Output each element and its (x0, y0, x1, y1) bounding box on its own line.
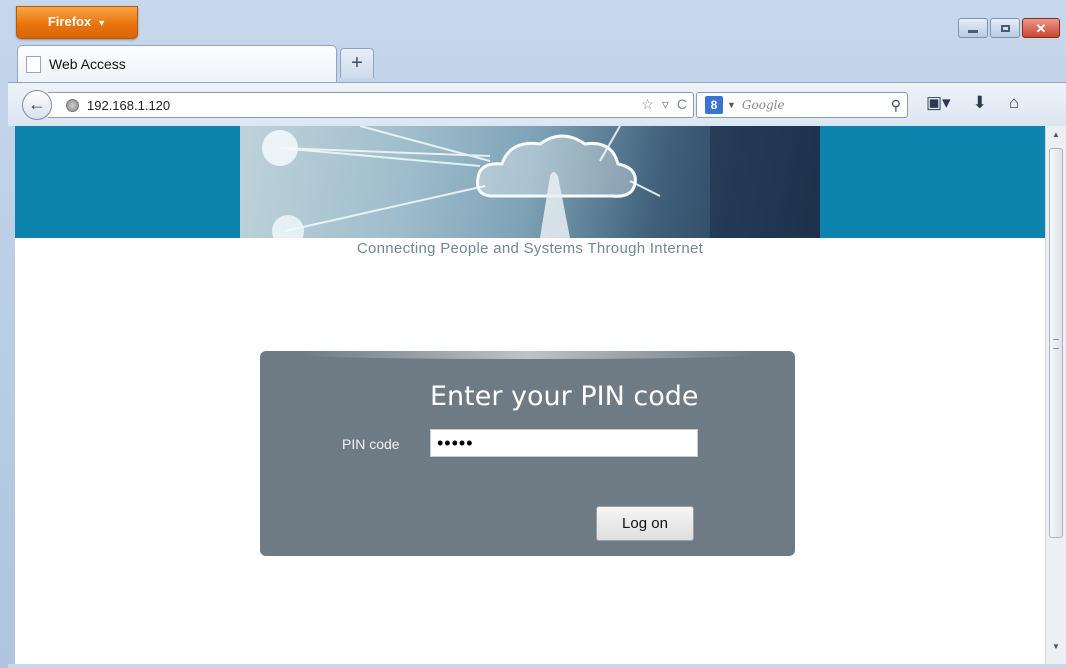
bookmarks-menu-icon[interactable]: ▣▾ (926, 93, 951, 113)
bookmark-star-icon[interactable]: ☆ (641, 96, 654, 113)
globe-icon (66, 98, 79, 112)
tab-title: Web Access (49, 56, 126, 72)
log-on-button[interactable]: Log on (596, 506, 694, 541)
home-icon[interactable]: ⌂ (1009, 93, 1019, 113)
back-arrow-icon: ← (28, 94, 46, 114)
firefox-menu-button[interactable]: Firefox ▼ (16, 6, 138, 39)
toolbar-buttons: ▣▾ ⬇ ⌂ (926, 93, 1019, 113)
header-banner (15, 126, 1045, 238)
site-tagline: Connecting People and Systems Through In… (356, 240, 704, 257)
search-input[interactable]: Google (742, 98, 891, 112)
url-bar[interactable]: 192.168.1.120 ☆ ▿ C (48, 92, 694, 118)
pin-code-label: PIN code (342, 436, 400, 452)
history-dropdown-icon[interactable]: ▿ (662, 96, 669, 113)
maximize-icon (1000, 24, 1010, 32)
login-panel: Enter your PIN code PIN code Log on (260, 351, 795, 556)
navigation-toolbar: 192.168.1.120 ☆ ▿ C ← 8 ▼ Google ⚲ ▣▾ ⬇ … (8, 82, 1066, 126)
scroll-down-icon[interactable]: ▼ (1046, 642, 1066, 658)
search-engine-dropdown-icon[interactable]: ▼ (727, 100, 736, 110)
cloud-network-illustration (262, 126, 820, 238)
scroll-grip-icon (1053, 339, 1059, 349)
firefox-menu-label: Firefox (47, 14, 92, 29)
page-content: Connecting People and Systems Through In… (15, 126, 1045, 664)
window-controls: ✕ (958, 18, 1060, 38)
vertical-scrollbar[interactable]: ▲ ▼ (1045, 126, 1066, 664)
maximize-button[interactable] (990, 18, 1020, 38)
window-bottom-border (8, 664, 1066, 668)
login-title: Enter your PIN code (430, 381, 699, 412)
tab-web-access[interactable]: Web Access (17, 45, 337, 82)
banner-cloud-image (240, 126, 820, 238)
scroll-up-icon[interactable]: ▲ (1046, 130, 1066, 146)
url-bar-actions: ☆ ▿ C (641, 96, 687, 113)
back-button[interactable]: ← (22, 90, 52, 120)
search-icon[interactable]: ⚲ (891, 97, 901, 114)
page-favicon-icon (26, 55, 41, 73)
close-button[interactable]: ✕ (1022, 18, 1060, 38)
google-search-engine-icon[interactable]: 8 (705, 96, 723, 114)
search-bar[interactable]: 8 ▼ Google ⚲ (696, 92, 908, 118)
minimize-button[interactable] (958, 18, 988, 38)
reload-icon[interactable]: C (677, 96, 687, 113)
pin-code-input[interactable] (430, 429, 698, 457)
url-text[interactable]: 192.168.1.120 (87, 98, 170, 113)
downloads-icon[interactable]: ⬇ (973, 93, 987, 113)
scrollbar-thumb[interactable] (1049, 148, 1063, 538)
close-icon: ✕ (1035, 20, 1047, 36)
new-tab-button[interactable]: + (340, 48, 374, 78)
browser-window: Firefox ▼ ✕ Web Access + 192.168.1.120 ☆ … (0, 0, 1066, 668)
dropdown-caret-icon: ▼ (97, 18, 107, 28)
minimize-icon (968, 29, 978, 33)
panel-sheen (300, 351, 755, 359)
